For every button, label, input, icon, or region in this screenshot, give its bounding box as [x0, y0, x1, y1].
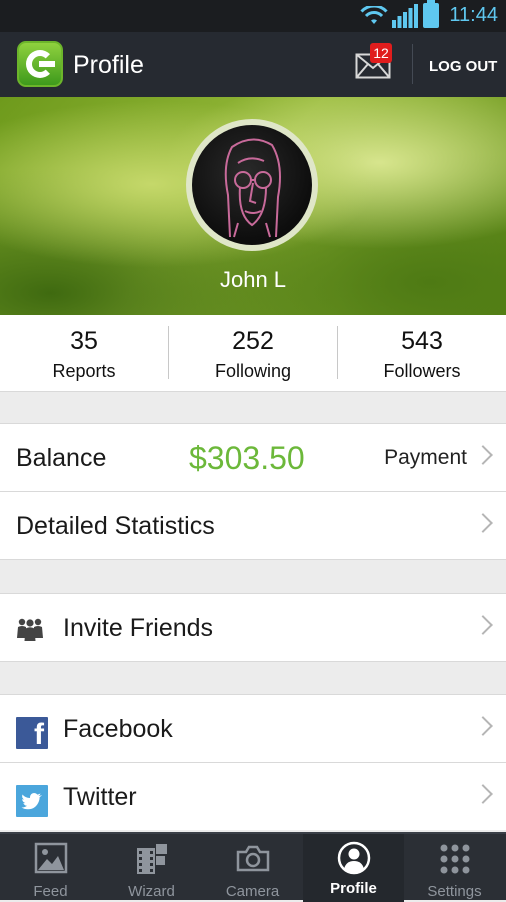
detailed-statistics-label: Detailed Statistics — [16, 512, 215, 540]
section-divider — [0, 661, 506, 662]
facebook-label: Facebook — [63, 715, 173, 743]
film-icon — [137, 844, 167, 874]
nav-label: Settings — [427, 883, 482, 900]
bottom-navigation: Feed Wizard Camera Profile Settings — [0, 832, 506, 902]
stat-following[interactable]: 252 Following — [169, 315, 337, 392]
section-divider — [0, 559, 506, 560]
detailed-statistics-row[interactable]: Detailed Statistics — [0, 491, 506, 559]
app-logo[interactable] — [17, 41, 63, 87]
stat-label: Followers — [383, 361, 461, 381]
facebook-row[interactable]: f Facebook — [0, 694, 506, 762]
battery-icon — [423, 0, 439, 28]
balance-amount: $303.50 — [189, 440, 305, 476]
twitter-row[interactable]: Twitter — [0, 762, 506, 830]
balance-label: Balance — [16, 444, 107, 472]
profile-name: John L — [219, 267, 287, 292]
payment-link[interactable]: Payment — [384, 446, 467, 470]
chevron-right-icon — [473, 513, 493, 533]
profile-cover: John L — [0, 97, 506, 315]
chevron-right-icon — [473, 615, 493, 635]
chevron-right-icon — [473, 716, 493, 736]
message-count-badge: 12 — [370, 43, 392, 63]
nav-profile[interactable]: Profile — [303, 834, 404, 902]
chevron-right-icon — [473, 445, 493, 465]
stat-followers[interactable]: 543 Followers — [338, 315, 506, 392]
invite-friends-row[interactable]: Invite Friends — [0, 593, 506, 661]
nav-settings[interactable]: Settings — [404, 834, 505, 902]
balance-row[interactable]: Balance $303.50 Payment — [0, 423, 506, 491]
stat-value: 543 — [401, 327, 443, 355]
stat-value: 252 — [232, 327, 274, 355]
profile-stats: 35 Reports 252 Following 543 Followers — [0, 315, 506, 392]
stat-reports[interactable]: 35 Reports — [0, 315, 168, 392]
page-title: Profile — [73, 51, 144, 79]
grid-icon — [440, 844, 470, 874]
nav-label: Profile — [330, 880, 377, 897]
action-bar: Profile 12 LOG OUT — [0, 32, 506, 97]
signal-icon — [392, 4, 418, 28]
nav-label: Camera — [225, 883, 280, 900]
avatar[interactable] — [186, 119, 318, 251]
wifi-icon — [360, 6, 388, 24]
camera-icon — [236, 845, 270, 872]
twitter-label: Twitter — [63, 783, 137, 811]
stat-label: Reports — [52, 361, 116, 381]
action-bar-divider — [412, 44, 413, 84]
status-bar: 11:44 — [0, 0, 506, 32]
avatar-sketch-image — [224, 138, 281, 238]
stat-label: Following — [214, 361, 292, 381]
people-icon — [17, 618, 43, 641]
facebook-icon: f — [16, 717, 48, 751]
image-icon — [34, 842, 68, 874]
nav-label: Wizard — [128, 883, 175, 900]
nav-label: Feed — [33, 883, 68, 900]
twitter-icon — [16, 785, 48, 817]
nav-feed[interactable]: Feed — [0, 834, 101, 902]
user-icon — [337, 841, 371, 875]
nav-camera[interactable]: Camera — [202, 834, 303, 902]
logout-button[interactable]: LOG OUT — [429, 58, 497, 75]
invite-friends-label: Invite Friends — [63, 614, 214, 642]
stat-value: 35 — [70, 327, 98, 355]
chevron-right-icon — [473, 784, 493, 804]
nav-wizard[interactable]: Wizard — [101, 834, 202, 902]
status-time: 11:44 — [449, 4, 498, 26]
